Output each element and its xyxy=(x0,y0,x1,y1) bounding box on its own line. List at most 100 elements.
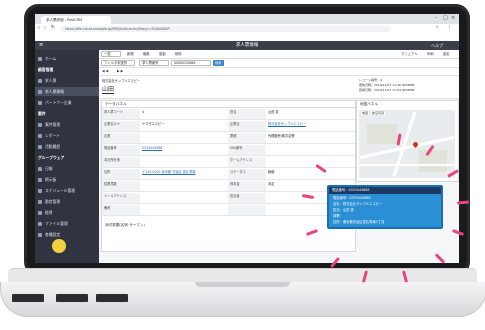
search-button[interactable]: 検索 xyxy=(213,60,224,66)
field-value[interactable]: 0333445688 xyxy=(140,145,228,156)
sidebar-item[interactable]: 案件管理 xyxy=(35,120,99,129)
field-value: 山田 恵 xyxy=(266,109,355,120)
sidebar-item[interactable]: スケジュール管理 xyxy=(35,186,99,195)
print-button[interactable]: 印刷 xyxy=(425,51,436,57)
manual-button[interactable]: マニュアル xyxy=(399,51,419,57)
sidebar-item-icon xyxy=(38,199,42,204)
map-road xyxy=(359,164,455,166)
prev-record-icon[interactable]: ◀ ◀ xyxy=(102,68,108,75)
settings-button[interactable]: 設定 xyxy=(441,51,452,57)
field-label: 備考 xyxy=(102,205,140,216)
browser-tab-title: 求人票詳細 - PastCRM xyxy=(46,18,83,22)
field-label: メールアドレス xyxy=(102,193,140,204)
field-label: 企業 xyxy=(102,133,140,144)
info-popup: 電話番号：0333445688 電話番号：0333445688 会社：株式会社サン… xyxy=(327,185,443,229)
next-record-icon[interactable]: ▶ ▶ xyxy=(117,68,123,75)
sidebar-item-label: ホーム xyxy=(45,56,57,61)
field-label: 本社所在地 xyxy=(102,157,140,168)
field-value: 代理販売/取次店等 xyxy=(266,133,355,144)
maximize-icon[interactable]: □ xyxy=(443,15,448,21)
port-left-3 xyxy=(96,294,128,302)
sidebar-item[interactable]: 求人票 xyxy=(35,76,99,85)
field-label: 企業名 xyxy=(228,121,266,132)
reload-icon[interactable]: ↻ xyxy=(51,25,55,30)
edit-button[interactable]: 編集 xyxy=(141,51,152,57)
star-icon[interactable]: ☆ xyxy=(435,25,439,30)
map-panel: 地図パネル 地図 航空写真 xyxy=(356,100,459,182)
field-label: 資本金 xyxy=(228,181,266,192)
field-value[interactable]: 株式会社サンプルエスピー xyxy=(266,121,355,132)
data-panel-title-text: データパネル xyxy=(105,102,127,106)
popup-line: 担当：山田 恵 xyxy=(333,208,354,212)
minimize-icon[interactable]: – xyxy=(435,15,438,21)
sidebar-item[interactable]: 求人票情報 xyxy=(35,87,99,96)
record-number: レコード番号：4 xyxy=(359,78,382,82)
sidebar-item-icon xyxy=(38,144,42,149)
field-value: ヤマダエスピー xyxy=(140,121,228,132)
field-label xyxy=(228,205,266,216)
port-left-1 xyxy=(12,294,44,302)
field-label: 従業員数 xyxy=(102,181,140,192)
data-panel: データパネル 求人票コード 4 担当 山田 恵企業名カナ ヤマダエスピー 企業名 株式会社サ… xyxy=(101,100,356,252)
menu-dots-icon[interactable]: ⋮ xyxy=(447,25,452,30)
close-icon[interactable]: × xyxy=(451,15,455,21)
search-field-select[interactable]: 求人票番号 xyxy=(139,60,169,66)
app-header: ≡ 求人票情報 ヘルプ xyxy=(35,41,459,50)
sidebar-item-label: パートナー企業 xyxy=(45,100,72,105)
url-text: https://file.cloud.example.jp/MMJ/fs/dir… xyxy=(65,27,170,31)
forward-arrow-icon[interactable]: › xyxy=(44,25,46,31)
map-block xyxy=(367,124,397,144)
sidebar-item-icon xyxy=(38,221,42,226)
field-value xyxy=(140,205,228,216)
help-link[interactable]: ヘルプ xyxy=(431,41,443,50)
touchpad-notch xyxy=(195,282,290,287)
back-button[interactable]: 一覧 xyxy=(101,51,121,57)
sidebar-item: 顧客管理 xyxy=(35,65,99,74)
sidebar-item[interactable]: ファイル管理 xyxy=(35,219,99,228)
filter-select[interactable]: フィルタ未選択 xyxy=(101,60,135,66)
sidebar-item-label: ファイル管理 xyxy=(45,221,68,226)
sidebar-item-label: 各種設定 xyxy=(45,232,61,237)
map-tab[interactable]: 地図 xyxy=(361,111,370,115)
sidebar-item[interactable]: レポート xyxy=(35,131,99,140)
record-nav: ◀ ◀ ▶ ▶ xyxy=(99,68,459,76)
sidebar-item-label: 経費 xyxy=(45,210,53,215)
back-arrow-icon[interactable]: ‹ xyxy=(38,25,40,31)
map-block xyxy=(419,150,447,172)
record-summary: 株式会社サンプルエスピー 山田 レコード番号：4 更新日時：2019/11/07… xyxy=(99,76,459,99)
url-input[interactable]: https://file.cloud.example.jp/MMJ/fs/dir… xyxy=(61,26,391,32)
field-value[interactable]: 〒150-0022 東京都 渋谷区 恵比寿南 xyxy=(140,169,228,180)
status-light xyxy=(52,239,66,253)
sidebar-item-icon xyxy=(38,133,42,138)
sidebar-item[interactable]: 掲示板 xyxy=(35,175,99,184)
record-name: 山田 xyxy=(102,86,115,94)
sidebar: ホーム 顧客管理 求人票 求人票情報 パートナー企業 案件 案件管理 レポート 活動履歴 グループ… xyxy=(35,50,99,263)
browser-tab[interactable]: 求人票詳細 - PastCRM xyxy=(41,16,111,24)
sidebar-item[interactable]: 各種設定 xyxy=(35,230,99,239)
sidebar-item-icon xyxy=(38,188,42,193)
sidebar-item[interactable]: ホーム xyxy=(35,54,99,63)
sidebar-item[interactable]: 経費 xyxy=(35,208,99,217)
sidebar-item[interactable]: 活動履歴 xyxy=(35,142,99,151)
delete-button[interactable]: 削除 xyxy=(173,51,184,57)
field-value: 4 xyxy=(140,109,228,120)
satellite-tab[interactable]: 航空写真 xyxy=(371,111,386,115)
sidebar-item[interactable]: パートナー企業 xyxy=(35,98,99,107)
sidebar-item-label: 求人票 xyxy=(45,78,57,83)
map-view[interactable]: 地図 航空写真 xyxy=(359,110,455,178)
sidebar-item[interactable]: 勤怠管理 xyxy=(35,197,99,206)
sidebar-item-label: 掲示板 xyxy=(45,177,57,182)
sidebar-item-label: 勤怠管理 xyxy=(45,199,61,204)
sidebar-item-label: 日報 xyxy=(45,166,53,171)
popup-line: 会社：株式会社サンプルエスピー xyxy=(333,202,383,206)
data-panel-title: データパネル xyxy=(102,101,355,108)
search-input[interactable]: 000SKG5688 xyxy=(171,60,211,66)
sidebar-item[interactable]: 日報 xyxy=(35,164,99,173)
sidebar-item-label: グループウェア xyxy=(38,155,65,160)
copy-button[interactable]: 複製 xyxy=(157,51,168,57)
sidebar-item-icon xyxy=(38,210,42,215)
field-label: 電話番号 xyxy=(102,145,140,156)
new-button[interactable]: 新規 xyxy=(125,51,136,57)
main-content: 一覧 新規 編集 複製 削除 マニュアル 印刷 設定 フィルタ未選択 求人票番号… xyxy=(99,50,459,263)
popup-header: 電話番号：0333445688 xyxy=(329,187,441,194)
